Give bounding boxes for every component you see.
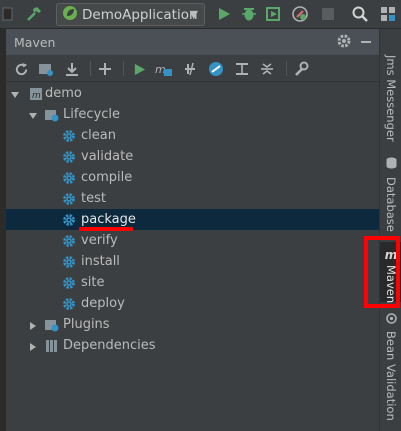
tree-node-demo[interactable]: m demo (6, 83, 379, 104)
folder-gear-icon (45, 108, 59, 122)
maven-tool-window: Maven m m demo Lifecycle clean validate … (6, 29, 379, 431)
download-icon[interactable] (63, 60, 81, 78)
gear-icon (62, 276, 76, 290)
gear-icon (62, 150, 76, 164)
library-icon (45, 339, 59, 353)
build-hammer-icon[interactable] (24, 4, 44, 24)
skip-tests-icon[interactable] (207, 60, 225, 78)
gear-icon (62, 213, 76, 227)
tab-label: Bean Validation (384, 331, 398, 421)
collapse-all-icon[interactable] (258, 60, 276, 78)
gear-icon (62, 192, 76, 206)
database-icon (386, 157, 397, 173)
main-toolbar: DemoApplication ▼ (0, 0, 401, 29)
tree-node-plugins[interactable]: Plugins (6, 314, 379, 335)
goal-label: test (81, 191, 106, 206)
goal-label: verify (81, 233, 118, 248)
lifecycle-goal-install[interactable]: install (6, 251, 379, 272)
tree-node-label: Plugins (63, 317, 110, 332)
tab-label: Database (384, 177, 398, 232)
stop-icon[interactable] (320, 6, 336, 22)
bean-icon (385, 313, 397, 328)
toggle-offline-icon[interactable] (181, 60, 199, 78)
project-structure-icon[interactable] (378, 4, 398, 24)
tree-node-label: demo (45, 86, 82, 101)
expand-arrow-icon[interactable] (28, 110, 38, 120)
annotation-highlight-box (364, 236, 400, 308)
reimport-folder-icon[interactable] (37, 60, 55, 78)
maven-toolbar: m (6, 55, 379, 82)
goal-label: site (81, 275, 105, 290)
gear-icon (62, 234, 76, 248)
goal-label: validate (81, 149, 134, 164)
gear-icon (62, 255, 76, 269)
gear-icon (62, 171, 76, 185)
panel-title: Maven (14, 34, 56, 50)
run-with-coverage-icon[interactable] (264, 5, 282, 23)
tab-bean-validation[interactable]: Bean Validation (380, 313, 401, 431)
tree-node-lifecycle[interactable]: Lifecycle (6, 104, 379, 125)
goal-label: clean (81, 128, 116, 143)
goal-label: install (81, 254, 120, 269)
tab-jms-messenger[interactable]: Jms Messenger (380, 55, 401, 155)
gear-icon (62, 129, 76, 143)
show-dependencies-icon[interactable] (233, 60, 251, 78)
toolbar-separator (90, 61, 91, 76)
lifecycle-goal-site[interactable]: site (6, 272, 379, 293)
tree-node-label: Dependencies (63, 338, 156, 353)
goal-label: compile (81, 170, 133, 185)
goal-label: deploy (81, 296, 125, 311)
expand-arrow-icon[interactable] (28, 320, 38, 330)
lifecycle-goal-verify[interactable]: verify (6, 230, 379, 251)
execute-goal-icon[interactable]: m (155, 60, 173, 78)
settings-gear-icon[interactable] (336, 33, 352, 53)
expand-arrow-icon[interactable] (28, 341, 38, 351)
run-configuration-label: DemoApplication (82, 6, 198, 23)
lifecycle-goal-test[interactable]: test (6, 188, 379, 209)
add-icon[interactable] (96, 60, 114, 78)
maven-module-icon: m (29, 87, 43, 101)
chevron-down-icon: ▼ (189, 8, 198, 21)
gear-icon (62, 297, 76, 311)
toolbar-separator (123, 61, 124, 76)
run-configuration-select[interactable]: DemoApplication ▼ (56, 3, 205, 26)
goal-label: package (81, 212, 136, 227)
lifecycle-goal-validate[interactable]: validate (6, 146, 379, 167)
left-strip-icon[interactable] (0, 5, 14, 23)
lifecycle-goal-compile[interactable]: compile (6, 167, 379, 188)
tab-label: Jms Messenger (384, 55, 398, 142)
expand-arrow-icon[interactable] (10, 89, 20, 99)
spring-leaf-icon (62, 5, 78, 25)
profile-icon[interactable] (290, 4, 310, 24)
lifecycle-goal-clean[interactable]: clean (6, 125, 379, 146)
panel-header: Maven (6, 29, 379, 55)
run-icon[interactable] (215, 5, 233, 23)
right-tool-strip: Jms Messenger Database m Maven Bean Vali… (379, 29, 401, 431)
reload-icon[interactable] (12, 60, 30, 78)
lifecycle-goal-deploy[interactable]: deploy (6, 293, 379, 314)
folder-gear-icon (45, 318, 59, 332)
minimize-icon[interactable] (361, 41, 371, 43)
annotation-underline (79, 227, 133, 231)
tree-node-label: Lifecycle (63, 107, 121, 122)
debug-icon[interactable] (240, 5, 258, 23)
tab-database[interactable]: Database (380, 157, 401, 233)
tree-node-dependencies[interactable]: Dependencies (6, 335, 379, 356)
search-icon[interactable] (350, 4, 370, 24)
run-maven-build-icon[interactable] (130, 60, 148, 78)
toolbar-separator (286, 61, 287, 76)
wrench-settings-icon[interactable] (292, 60, 310, 78)
svg-text:m: m (32, 91, 41, 101)
lifecycle-goal-package[interactable]: package (6, 209, 379, 230)
